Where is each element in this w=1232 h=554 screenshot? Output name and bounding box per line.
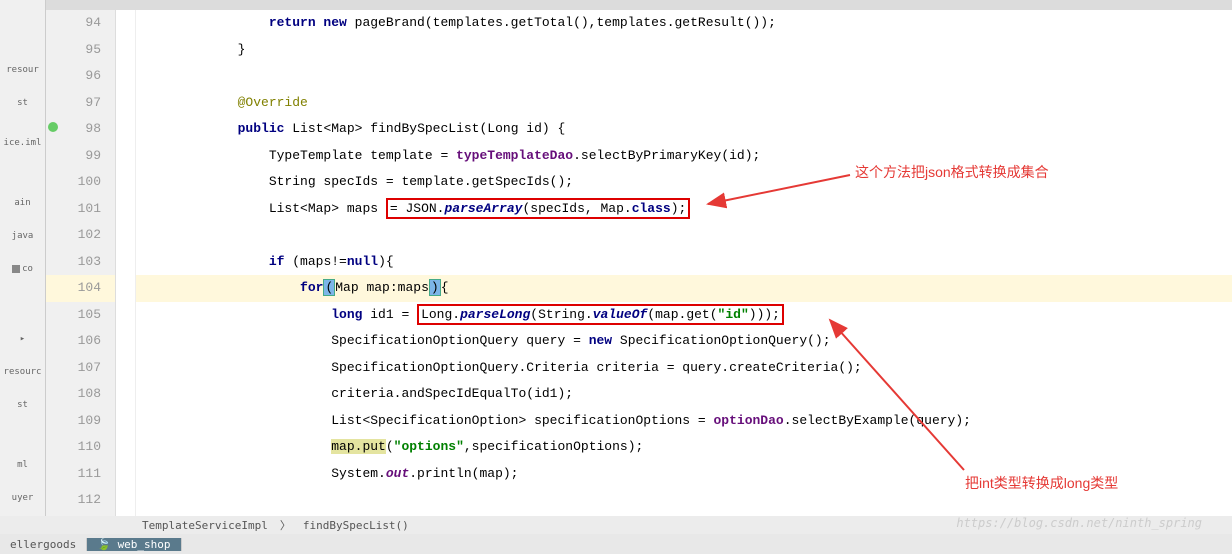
sidebar-item[interactable]: ml	[7, 450, 39, 480]
line-number: 95	[46, 37, 115, 64]
line-number: 102	[46, 222, 115, 249]
annotation-bottom: 把int类型转换成long类型	[965, 473, 1118, 493]
bottom-tab-webshop[interactable]: 🍃 web_shop	[87, 538, 181, 551]
code-line-108[interactable]: criteria.andSpecIdEqualTo(id1);	[136, 381, 1232, 408]
fold-gutter[interactable]	[116, 10, 136, 518]
line-number: 99	[46, 143, 115, 170]
editor-tabs[interactable]	[46, 0, 1232, 10]
code-line-103[interactable]: if (maps!=null){	[136, 249, 1232, 276]
line-number: 111	[46, 461, 115, 488]
code-line-102[interactable]	[136, 222, 1232, 249]
line-number: 109	[46, 408, 115, 435]
sidebar-item[interactable]: ice.iml	[7, 128, 39, 158]
breadcrumb-method[interactable]: findBySpecList()	[303, 519, 409, 532]
cursor-bracket: )	[429, 279, 441, 296]
code-line-95[interactable]: }	[136, 37, 1232, 64]
line-number: 105	[46, 302, 115, 329]
bottom-tab-ellergoods[interactable]: ellergoods	[0, 538, 87, 551]
line-number: 108	[46, 381, 115, 408]
line-number: 96	[46, 63, 115, 90]
sidebar-item[interactable]: uyer	[7, 483, 39, 513]
chevron-right-icon[interactable]: ▸	[7, 324, 39, 354]
code-line-94[interactable]: return new pageBrand(templates.getTotal(…	[136, 10, 1232, 37]
line-number-gutter: 94 95 96 97 98 99 100 101 102 103 104 10…	[46, 10, 116, 518]
line-number: 97	[46, 90, 115, 117]
run-marker-icon[interactable]	[48, 122, 58, 132]
code-line-98[interactable]: public List<Map> findBySpecList(Long id)…	[136, 116, 1232, 143]
line-number: 104	[46, 275, 115, 302]
code-line-104[interactable]: for(Map map:maps){	[136, 275, 1232, 302]
line-number: 100	[46, 169, 115, 196]
code-line-97[interactable]: @Override	[136, 90, 1232, 117]
code-line-105[interactable]: long id1 = Long.parseLong(String.valueOf…	[136, 302, 1232, 329]
code-line-107[interactable]: SpecificationOptionQuery.Criteria criter…	[136, 355, 1232, 382]
sidebar-item[interactable]: st	[7, 390, 39, 420]
sidebar-item[interactable]: resour	[7, 55, 39, 85]
breadcrumb-class[interactable]: TemplateServiceImpl	[142, 519, 268, 532]
highlighted-box-json: = JSON.parseArray(specIds, Map.class);	[386, 198, 690, 219]
line-number: 106	[46, 328, 115, 355]
line-number: 101	[46, 196, 115, 223]
annotation-top: 这个方法把json格式转换成集合	[855, 162, 1049, 182]
sidebar-item[interactable]: st	[7, 88, 39, 118]
sidebar-item[interactable]: resourc	[7, 357, 39, 387]
line-number: 110	[46, 434, 115, 461]
code-line-109[interactable]: List<SpecificationOption> specificationO…	[136, 408, 1232, 435]
code-line-110[interactable]: map.put("options",specificationOptions);	[136, 434, 1232, 461]
code-line-99[interactable]: TypeTemplate template = typeTemplateDao.…	[136, 143, 1232, 170]
line-number: 94	[46, 10, 115, 37]
bottom-toolbar[interactable]: ellergoods 🍃 web_shop	[0, 534, 1232, 554]
breadcrumb-separator: 〉	[280, 517, 291, 533]
cursor-bracket: (	[323, 279, 335, 296]
line-number: 107	[46, 355, 115, 382]
line-number: 112	[46, 487, 115, 514]
code-line-101[interactable]: List<Map> maps = JSON.parseArray(specIds…	[136, 196, 1232, 223]
sidebar-item[interactable]: co	[7, 254, 39, 284]
watermark: https://blog.csdn.net/ninth_spring	[956, 516, 1202, 530]
code-line-96[interactable]	[136, 63, 1232, 90]
leaf-icon: 🍃	[97, 538, 111, 551]
project-sidebar[interactable]: resour st ice.iml ain java co ▸ resourc …	[0, 0, 46, 518]
line-number: 103	[46, 249, 115, 276]
code-line-100[interactable]: String specIds = template.getSpecIds();	[136, 169, 1232, 196]
code-editor[interactable]: return new pageBrand(templates.getTotal(…	[136, 10, 1232, 518]
sidebar-item[interactable]: ain	[7, 188, 39, 218]
code-line-106[interactable]: SpecificationOptionQuery query = new Spe…	[136, 328, 1232, 355]
highlighted-box-long: Long.parseLong(String.valueOf(map.get("i…	[417, 304, 784, 325]
sidebar-item[interactable]: java	[7, 221, 39, 251]
